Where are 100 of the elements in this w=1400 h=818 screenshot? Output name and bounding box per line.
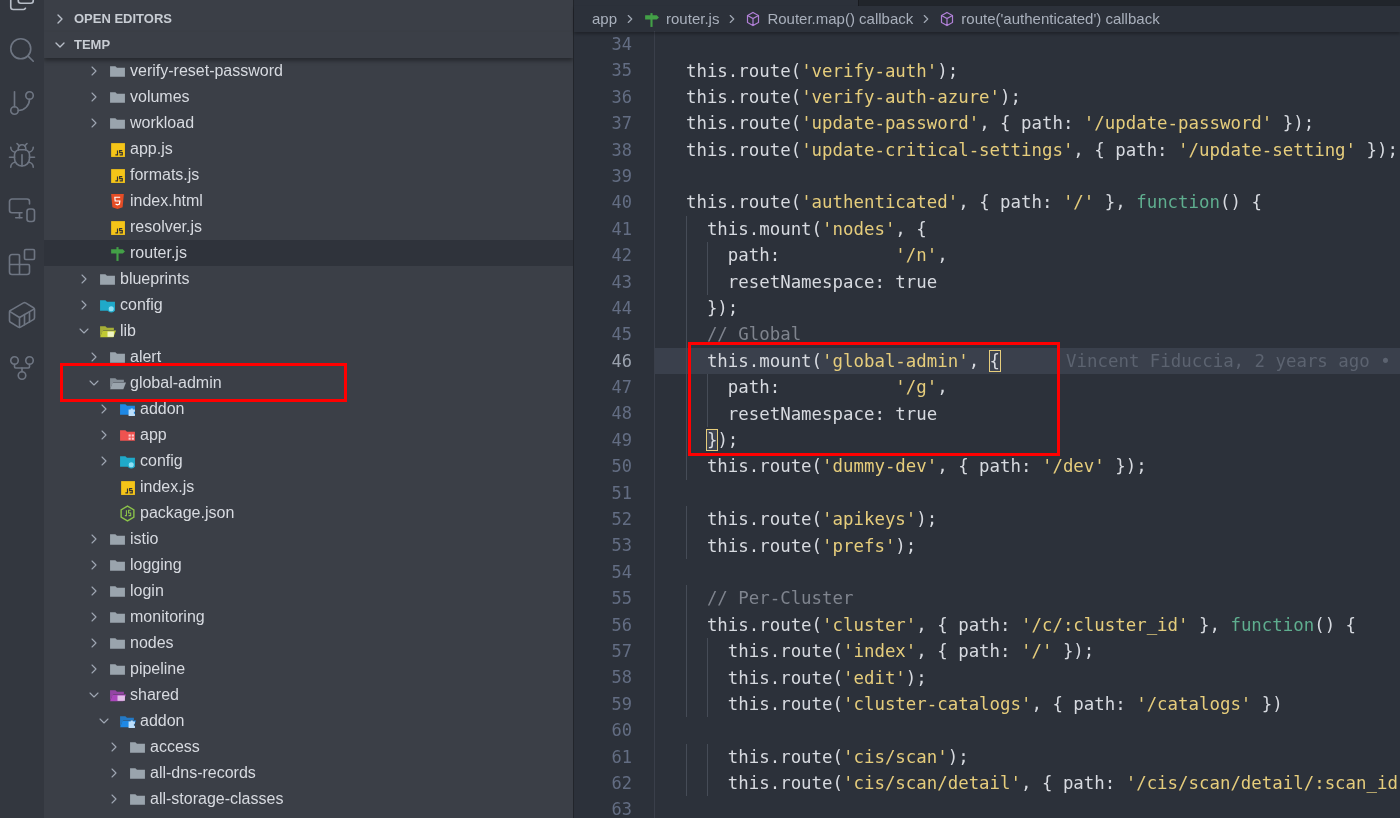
line-number: 46 (611, 349, 632, 373)
tree-item[interactable]: blueprints (44, 266, 573, 292)
code-line: this.route('edit'); (726, 666, 927, 690)
file-name: lib (120, 321, 136, 341)
file-name: login (130, 581, 164, 601)
line-number: 44 (611, 296, 632, 320)
file-name: pipeline (130, 659, 186, 679)
file-name: formats.js (130, 165, 200, 185)
tree-item[interactable]: nodes (44, 630, 573, 656)
js-file-icon (108, 166, 126, 184)
file-name: global-admin (130, 373, 222, 393)
code-line: this.route('prefs'); (705, 534, 917, 558)
line-number: 59 (611, 692, 632, 716)
cube-icon (745, 11, 762, 27)
bug-icon[interactable] (7, 141, 37, 171)
blocks-icon[interactable] (7, 247, 37, 277)
file-name: logging (130, 555, 182, 575)
code-line: // Global (705, 323, 802, 347)
tree-item[interactable]: index.js (44, 474, 573, 500)
file-name: nodes (130, 633, 174, 653)
line-number: 47 (611, 376, 632, 400)
file-name: alert (130, 347, 162, 367)
tree-item[interactable]: router.js (44, 240, 573, 266)
tree-item[interactable]: lib (44, 318, 573, 344)
tree-item[interactable]: pipeline (44, 656, 573, 682)
file-name: resolver.js (130, 217, 203, 237)
line-number: 48 (611, 402, 632, 426)
file-name: config (120, 295, 163, 315)
code-line: this.route('apikeys'); (705, 508, 938, 532)
tree-item[interactable]: resolver.js (44, 214, 573, 240)
file-name: app.js (130, 139, 173, 159)
breadcrumb-item[interactable]: app (592, 7, 618, 31)
branch-icon[interactable] (7, 88, 37, 118)
code-line: // Per-Cluster (705, 587, 854, 611)
tree-item[interactable]: config (44, 448, 573, 474)
line-number: 34 (611, 33, 632, 56)
tree-item[interactable]: shared (44, 682, 573, 708)
tree-item[interactable]: all-storage-classes (44, 786, 573, 812)
breadcrumb-item[interactable]: Router.map() callback (767, 7, 914, 31)
file-name: index.js (140, 477, 195, 497)
code-line: this.mount('global-admin', { (705, 349, 1001, 373)
file-name: all-dns-records (150, 763, 256, 783)
file-name: index.html (130, 191, 203, 211)
tree-item[interactable]: global-admin (44, 370, 573, 396)
line-number: 52 (611, 508, 632, 532)
tree-item[interactable]: workload (44, 110, 573, 136)
search-icon[interactable] (7, 35, 37, 65)
code-line: this.route('cluster-catalogs', { path: '/catalogs' }) (726, 692, 1283, 716)
tree-item[interactable]: addon (44, 708, 573, 734)
tree-item[interactable]: monitoring (44, 604, 573, 630)
code-line: this.route('cis/scan/detail', { path: '/cis/scan/detail/:scan_id (726, 772, 1398, 796)
line-number: 50 (611, 455, 632, 479)
tree-item[interactable]: login (44, 578, 573, 604)
tree-item[interactable]: alert (44, 344, 573, 370)
file-name: addon (140, 711, 185, 731)
line-number: 53 (611, 534, 632, 558)
tree-item[interactable]: addon (44, 396, 573, 422)
code-line: this.route('cis/scan'); (726, 745, 969, 769)
file-name: all-storage-classes (150, 789, 284, 809)
file-name: addon (140, 399, 185, 419)
section-header[interactable]: TEMP (44, 32, 573, 58)
code-line: this.route('update-critical-settings', { path: '/update-setting' }); (684, 138, 1398, 162)
line-number: 45 (611, 323, 632, 347)
tree-item[interactable]: package.json (44, 500, 573, 526)
code-line: this.route('index', { path: '/' }); (726, 640, 1095, 664)
file-name: blueprints (120, 269, 190, 289)
line-number: 38 (611, 138, 632, 162)
code-line: this.route('cluster', { path: '/c/:cluster_id' }, function() { (705, 613, 1357, 637)
code-line: this.route('verify-auth'); (684, 59, 959, 83)
tree-item[interactable]: app (44, 422, 573, 448)
tree-item[interactable]: verify-reset-password (44, 58, 573, 84)
tree-item[interactable]: all-dns-records (44, 760, 573, 786)
code-line: path: '/n', (726, 244, 948, 268)
tree-item[interactable]: config (44, 292, 573, 318)
tree-item[interactable]: volumes (44, 84, 573, 110)
line-number: 57 (611, 640, 632, 663)
tree-item[interactable]: logging (44, 552, 573, 578)
breadcrumb-item[interactable]: router.js (666, 7, 720, 31)
line-number: 35 (611, 59, 632, 83)
tree-item[interactable]: index.html (44, 188, 573, 214)
hexagon-file-icon (118, 504, 136, 522)
signpost-icon (643, 10, 661, 28)
line-number: 56 (611, 613, 632, 637)
file-name: access (150, 737, 200, 757)
html-file-icon (108, 192, 126, 210)
fork-icon[interactable] (7, 353, 37, 383)
line-number: 40 (611, 191, 632, 215)
breadcrumb-item[interactable]: route('authenticated') callback (961, 7, 1160, 31)
file-name: shared (130, 685, 179, 705)
section-header[interactable]: OPEN EDITORS (44, 6, 573, 32)
container-icon[interactable] (7, 300, 37, 330)
tree-item[interactable]: app.js (44, 136, 573, 162)
code-line: resetNamespace: true (726, 402, 938, 426)
tree-item[interactable]: formats.js (44, 162, 573, 188)
code-line: this.route('dummy-dev', { path: '/dev' }); (705, 455, 1147, 479)
line-number: 63 (611, 798, 632, 818)
js-file-icon (108, 218, 126, 236)
tree-item[interactable]: access (44, 734, 573, 760)
tree-item[interactable]: istio (44, 526, 573, 552)
line-number: 58 (611, 666, 632, 690)
